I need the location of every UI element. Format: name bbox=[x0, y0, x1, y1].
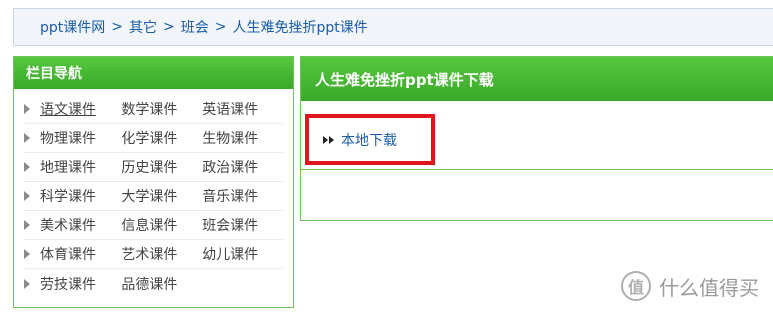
download-panel: 人生难免挫折ppt课件下载 本地下载 bbox=[300, 56, 773, 221]
download-panel-title: 人生难免挫折ppt课件下载 bbox=[301, 57, 773, 101]
category-link-physics[interactable]: 物理课件 bbox=[40, 128, 96, 148]
breadcrumb-other[interactable]: 其它 bbox=[129, 17, 157, 37]
category-link-math[interactable]: 数学课件 bbox=[121, 99, 177, 119]
category-link-politics[interactable]: 政治课件 bbox=[202, 157, 258, 177]
category-link-science[interactable]: 科学课件 bbox=[40, 186, 96, 206]
double-arrow-icon bbox=[323, 135, 335, 144]
category-link-university[interactable]: 大学课件 bbox=[121, 186, 177, 206]
breadcrumb-class-meeting[interactable]: 班会 bbox=[181, 17, 209, 37]
download-highlight-box: 本地下载 bbox=[305, 114, 435, 165]
triangle-right-icon bbox=[24, 133, 30, 143]
sidebar-title: 栏目导航 bbox=[14, 57, 293, 89]
breadcrumb-separator: > bbox=[111, 19, 123, 35]
breadcrumb: ppt课件网 > 其它 > 班会 > 人生难免挫折ppt课件 bbox=[13, 8, 773, 46]
triangle-right-icon bbox=[24, 162, 30, 172]
breadcrumb-home[interactable]: ppt课件网 bbox=[40, 17, 105, 37]
category-link-biology[interactable]: 生物课件 bbox=[202, 128, 258, 148]
category-link-morality[interactable]: 品德课件 bbox=[121, 274, 177, 294]
category-link-arts[interactable]: 艺术课件 bbox=[121, 244, 177, 264]
panel-divider bbox=[301, 169, 773, 170]
category-link-labor-tech[interactable]: 劳技课件 bbox=[40, 274, 96, 294]
category-link-class-meeting[interactable]: 班会课件 bbox=[202, 215, 258, 235]
category-row: 科学课件 大学课件 音乐课件 bbox=[24, 182, 283, 211]
smzdm-logo-icon: 值 bbox=[621, 271, 651, 301]
triangle-right-icon bbox=[24, 249, 30, 259]
breadcrumb-current[interactable]: 人生难免挫折ppt课件 bbox=[232, 17, 367, 37]
category-link-english[interactable]: 英语课件 bbox=[202, 99, 258, 119]
category-row: 劳技课件 品德课件 bbox=[24, 269, 283, 298]
category-link-history[interactable]: 历史课件 bbox=[121, 157, 177, 177]
category-row: 美术课件 信息课件 班会课件 bbox=[24, 211, 283, 240]
breadcrumb-separator: > bbox=[163, 19, 175, 35]
watermark-text: 什么值得买 bbox=[659, 275, 759, 300]
category-link-art[interactable]: 美术课件 bbox=[40, 215, 96, 235]
category-link-preschool[interactable]: 幼儿课件 bbox=[202, 244, 258, 264]
breadcrumb-separator: > bbox=[214, 19, 227, 35]
category-row: 语文课件 数学课件 英语课件 bbox=[24, 95, 283, 124]
category-link-information[interactable]: 信息课件 bbox=[121, 215, 177, 235]
category-row: 物理课件 化学课件 生物课件 bbox=[24, 124, 283, 153]
category-row: 地理课件 历史课件 政治课件 bbox=[24, 153, 283, 182]
local-download-link[interactable]: 本地下载 bbox=[341, 130, 397, 150]
triangle-right-icon bbox=[24, 104, 30, 114]
category-link-geography[interactable]: 地理课件 bbox=[40, 157, 96, 177]
category-link-chinese[interactable]: 语文课件 bbox=[40, 99, 96, 119]
watermark: 值 什么值得买 bbox=[621, 271, 759, 301]
sidebar-nav: 栏目导航 语文课件 数学课件 英语课件 物理课件 化学课件 生物课件 地理课件 … bbox=[13, 56, 294, 308]
triangle-right-icon bbox=[24, 220, 30, 230]
triangle-right-icon bbox=[24, 191, 30, 201]
category-link-chemistry[interactable]: 化学课件 bbox=[121, 128, 177, 148]
category-link-music[interactable]: 音乐课件 bbox=[202, 186, 258, 206]
category-row: 体育课件 艺术课件 幼儿课件 bbox=[24, 240, 283, 269]
triangle-right-icon bbox=[24, 278, 30, 289]
category-list: 语文课件 数学课件 英语课件 物理课件 化学课件 生物课件 地理课件 历史课件 … bbox=[14, 89, 293, 298]
category-link-pe[interactable]: 体育课件 bbox=[40, 244, 96, 264]
